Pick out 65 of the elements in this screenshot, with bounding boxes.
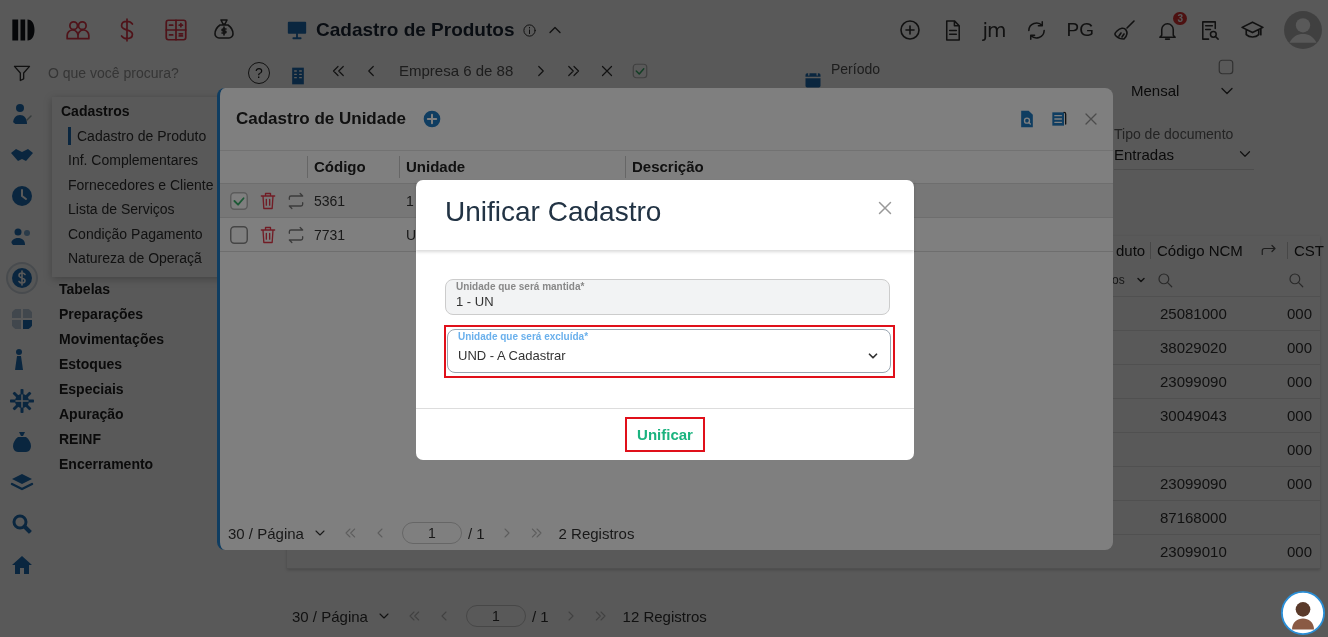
- monitor-icon: [286, 19, 308, 41]
- table-cell-text: 1: [405, 192, 415, 209]
- table-cell-text: 000: [1287, 407, 1314, 424]
- table-cell-text: 30049043: [1159, 407, 1228, 424]
- table-cell-text: 000: [1287, 475, 1314, 492]
- info-icon[interactable]: [522, 22, 538, 38]
- assistant-avatar[interactable]: [1281, 591, 1325, 635]
- record-count: 12 Registros: [622, 607, 707, 625]
- table-cell-text: 87168000: [1159, 509, 1228, 526]
- period-mode-select[interactable]: Mensal: [1131, 80, 1217, 102]
- table-cell-text: 23099010: [1159, 543, 1228, 560]
- table-cell-text: 5361: [313, 192, 347, 209]
- table-cell-text: 23099090: [1159, 475, 1228, 492]
- field-label: Unidade que será excluída*: [458, 331, 590, 343]
- checkbox[interactable]: [1217, 58, 1235, 76]
- checkbox[interactable]: [228, 189, 250, 212]
- table-cell-text: 000: [1287, 373, 1314, 390]
- column-header[interactable]: duto: [1110, 241, 1150, 259]
- broom-icon[interactable]: [1113, 18, 1137, 42]
- column-header[interactable]: Unidade: [399, 156, 625, 178]
- filter-icon[interactable]: [12, 63, 32, 83]
- table-cell-text: U: [405, 226, 418, 243]
- page-count: / 1: [467, 524, 485, 542]
- table-cell-text: 000: [1287, 339, 1314, 356]
- column-header[interactable]: Descrição: [625, 156, 1113, 178]
- table-cell-text: 000: [1287, 305, 1314, 322]
- table-cell-text: 000: [1287, 543, 1314, 560]
- company-label: Empresa 6 de 88: [398, 62, 515, 80]
- dollar-icon[interactable]: [8, 264, 36, 292]
- swap-icon[interactable]: [286, 224, 306, 245]
- checkbox[interactable]: [631, 62, 650, 80]
- tool-link[interactable]: jm: [982, 18, 1006, 42]
- column-header[interactable]: Código NCM: [1150, 241, 1260, 259]
- search-icon[interactable]: [1287, 271, 1305, 289]
- search-icon[interactable]: [1156, 271, 1174, 289]
- swap-icon[interactable]: [286, 190, 306, 211]
- page-size-select[interactable]: 30 / Página: [228, 524, 304, 542]
- table-cell-text: 7731: [313, 226, 347, 243]
- table-cell-text: 25081000: [1159, 305, 1228, 322]
- money-bag-icon[interactable]: [212, 17, 236, 41]
- trash-icon[interactable]: [258, 190, 278, 211]
- page-size-select[interactable]: 30 / Página: [292, 607, 368, 625]
- record-count: 2 Registros: [558, 524, 635, 542]
- pg-link[interactable]: PG: [1066, 19, 1094, 41]
- trash-icon[interactable]: [258, 224, 278, 245]
- unify-button[interactable]: Unificar: [625, 417, 705, 452]
- table-cell-text: 38029020: [1159, 339, 1228, 356]
- panel-title: Cadastro de Unidade: [236, 109, 407, 129]
- dialog-title: Unificar Cadastro: [445, 196, 662, 228]
- avatar-icon[interactable]: [1284, 11, 1322, 49]
- field-label: Unidade que será mantida*: [456, 281, 586, 293]
- document-type-select[interactable]: Entradas: [1114, 143, 1254, 170]
- add-icon[interactable]: [897, 18, 922, 42]
- table-cell-text: 23099090: [1159, 373, 1228, 390]
- page-title: Cadastro de Produtos: [316, 19, 515, 41]
- page-count: / 1: [531, 607, 549, 625]
- period-label: Período: [831, 60, 882, 79]
- list-document-icon[interactable]: [1049, 109, 1069, 129]
- add-icon[interactable]: [422, 109, 443, 129]
- filter-select[interactable]: os: [1112, 273, 1125, 287]
- column-header[interactable]: Código: [307, 156, 399, 178]
- table-cell-text: 000: [1287, 441, 1314, 458]
- select-field[interactable]: Unidade que será excluída* UND - A Cadastrar: [447, 329, 891, 373]
- checkbox[interactable]: [228, 223, 250, 246]
- notification-badge: 3: [1173, 11, 1187, 25]
